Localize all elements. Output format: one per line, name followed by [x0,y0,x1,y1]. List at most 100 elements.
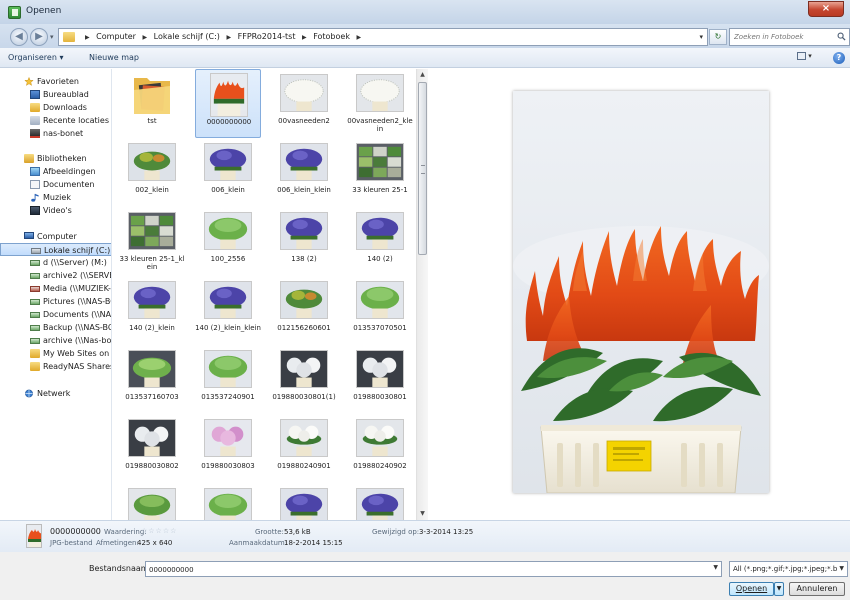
breadcrumb-separator-icon[interactable]: ▶ [85,34,90,41]
nav-item-documents[interactable]: Documents (\\NAS- [0,308,112,321]
new-folder-button[interactable]: Nieuwe map [89,53,139,62]
file-item[interactable]: 024490240901 [195,483,261,520]
filter-dropdown-icon[interactable]: ▼ [839,565,844,572]
breadcrumb-project[interactable]: FFPRo2014-tst [238,32,296,41]
file-item[interactable]: 013537240901 [195,345,261,414]
file-item[interactable]: 0000000000 [195,69,261,138]
nav-item-afbeeldingen[interactable]: Afbeeldingen [0,165,112,178]
nav-item-nas-bonet[interactable]: nas-bonet [0,127,112,140]
refresh-button[interactable]: ↻ [709,29,727,45]
close-button[interactable]: × [808,1,844,17]
file-item[interactable]: 019880030801 [347,345,413,414]
view-dropdown-icon[interactable]: ▾ [808,52,812,60]
file-item[interactable]: 33 kleuren 25-1 [347,138,413,207]
file-item[interactable]: 140 (2)_klein [119,276,185,345]
pictures-icon [30,167,40,176]
nav-item-archive[interactable]: archive (\\Nas-bone [0,334,112,347]
file-item[interactable]: 33 kleuren 25-1_klein [119,207,185,276]
change-view-button[interactable]: ▾ [797,52,821,64]
search-box[interactable] [729,28,850,46]
folder-icon [30,362,40,371]
file-item[interactable]: 019880030801(1) [271,345,337,414]
file-item[interactable]: 022182240901 [119,483,185,520]
recent-pages-dropdown[interactable]: ▾ [50,33,54,41]
file-name: 006_klein [211,186,245,194]
file-item[interactable]: 002_klein [119,138,185,207]
nav-item-media[interactable]: Media (\\MUZIEK-P [0,282,112,295]
breadcrumb-separator-icon[interactable]: ▶ [226,34,231,41]
breadcrumb-separator-icon[interactable]: ▶ [357,34,362,41]
file-item[interactable]: 012156260601 [271,276,337,345]
file-item[interactable]: 100_2556 [195,207,261,276]
nav-item-web-sites[interactable]: My Web Sites on M [0,347,112,360]
nav-computer[interactable]: Computer [0,230,112,243]
rating-stars[interactable]: ☆☆☆☆☆ [141,527,177,535]
nav-item-downloads[interactable]: Downloads [0,101,112,114]
address-bar[interactable]: ▶ Computer ▶ Lokale schijf (C:) ▶ FFPRo2… [58,28,708,46]
nav-item-muziek[interactable]: Muziek [0,191,112,204]
filename-field[interactable]: ▼ [145,561,722,577]
file-item[interactable]: 006_klein_klein [271,138,337,207]
search-icon[interactable] [837,32,846,41]
nav-label: Documenten [43,180,95,189]
file-item[interactable]: 013537070501 [347,276,413,345]
file-item[interactable]: 013537160703 [119,345,185,414]
file-item[interactable]: 019880240902 [347,414,413,483]
nav-item-backup[interactable]: Backup (\\NAS-BON [0,321,112,334]
file-item[interactable]: 019880030802 [119,414,185,483]
open-options-button[interactable]: ▼ [774,582,784,596]
file-item[interactable]: 138 (2) [271,207,337,276]
nav-label: My Web Sites on M [43,349,112,358]
scrollbar-thumb[interactable] [418,82,427,255]
nav-favorites[interactable]: Favorieten [0,75,112,88]
folder-icon [131,72,173,116]
file-item[interactable]: 140 (2)_klein_klein [195,276,261,345]
breadcrumb-current-folder[interactable]: Fotoboek [313,32,350,41]
file-list-scrollbar[interactable]: ▲ ▼ [416,69,428,520]
filename-input[interactable] [149,564,709,575]
scroll-down-icon[interactable]: ▼ [417,508,428,520]
back-button[interactable]: ◀ [10,28,28,46]
address-row: ◀ ▶ ▾ ▶ Computer ▶ Lokale schijf (C:) ▶ … [0,24,850,48]
nav-label: Bibliotheken [37,154,87,163]
nav-item-d-server[interactable]: d (\\Server) (M:) [0,256,112,269]
nav-item-documenten[interactable]: Documenten [0,178,112,191]
cancel-button[interactable]: Annuleren [789,582,845,596]
folder-item[interactable]: tst [119,69,185,138]
file-type-filter[interactable]: All (*.png;*.gif;*.jpg;*.jpeg;*.bm ▼ [729,561,848,577]
breadcrumb-drive[interactable]: Lokale schijf (C:) [154,32,220,41]
breadcrumb-computer[interactable]: Computer [96,32,136,41]
nav-item-pictures[interactable]: Pictures (\\NAS-BO [0,295,112,308]
nav-label: Pictures (\\NAS-BO [43,297,112,306]
nav-item-local-disk[interactable]: Lokale schijf (C:) [0,243,112,256]
breadcrumb-separator-icon[interactable]: ▶ [302,34,307,41]
filename-dropdown-icon[interactable]: ▼ [713,564,718,571]
file-list[interactable]: tst 0000000000 00vasneeden2 00vasneeden2_kl… [113,69,416,520]
nav-item-archive2[interactable]: archive2 (\\SERVER) [0,269,112,282]
nav-item-bureaublad[interactable]: Bureaublad [0,88,112,101]
address-dropdown-icon[interactable]: ▾ [699,29,703,45]
file-item[interactable]: 019880240901 [271,414,337,483]
navigation-pane[interactable]: Favorieten Bureaublad Downloads Recente … [0,69,112,520]
open-button[interactable]: Openen [729,582,774,596]
breadcrumb-separator-icon[interactable]: ▶ [143,34,148,41]
help-icon[interactable]: ? [833,52,845,64]
forward-button[interactable]: ▶ [30,28,48,46]
file-item[interactable]: 006_klein [195,138,261,207]
file-item[interactable]: 027839310501 [271,483,337,520]
file-item[interactable]: 00vasneeden2 [271,69,337,138]
file-item[interactable]: 019880030803 [195,414,261,483]
nav-network[interactable]: Netwerk [0,387,112,400]
nav-libraries[interactable]: Bibliotheken [0,152,112,165]
scroll-up-icon[interactable]: ▲ [417,69,428,81]
organize-menu[interactable]: Organiseren ▾ [8,53,63,62]
nav-item-videos[interactable]: Video's [0,204,112,217]
network-drive-icon [30,273,40,279]
file-item[interactable]: 027839310501_kle [347,483,413,520]
pane-splitter[interactable] [111,69,112,520]
search-input[interactable] [734,31,830,43]
file-item[interactable]: 00vasneeden2_klein [347,69,413,138]
file-item[interactable]: 140 (2) [347,207,413,276]
nav-item-recent[interactable]: Recente locaties [0,114,112,127]
nav-item-readynas[interactable]: ReadyNAS Shares [0,360,112,373]
